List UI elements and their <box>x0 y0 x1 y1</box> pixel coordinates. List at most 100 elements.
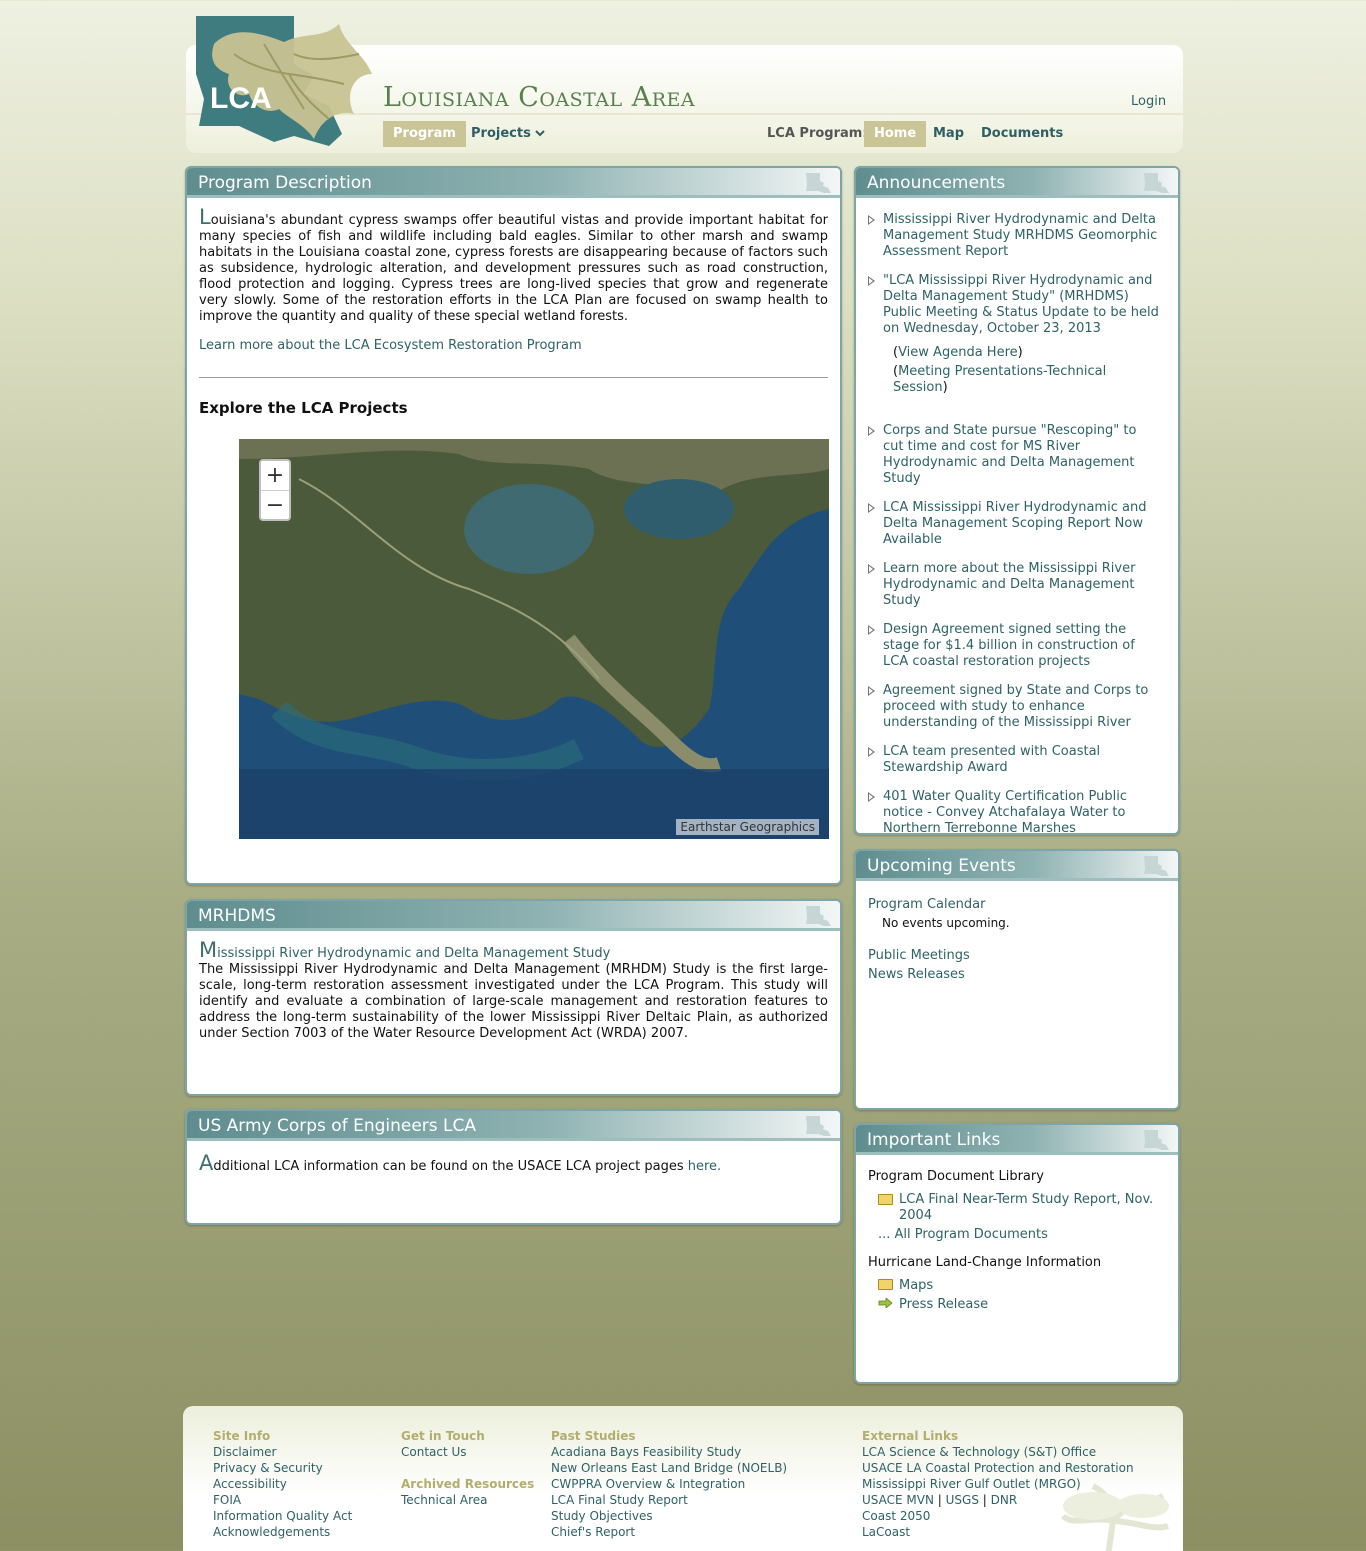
nav-projects[interactable]: Projects <box>461 121 555 147</box>
maps-link[interactable]: Maps <box>868 1278 1166 1294</box>
panel-header: Upcoming Events <box>856 851 1178 881</box>
footer-link[interactable]: Chief's Report <box>551 1524 787 1540</box>
triangle-right-icon <box>868 503 875 513</box>
footer-link[interactable]: Disclaimer <box>213 1444 352 1460</box>
announcement-item[interactable]: Design Agreement signed setting the stag… <box>868 622 1160 670</box>
panel-title: US Army Corps of Engineers LCA <box>198 1116 477 1136</box>
library-heading: Program Document Library <box>868 1169 1044 1184</box>
meeting-presentations-link[interactable]: Meeting Presentations-Technical Session <box>893 364 1106 395</box>
panel-title: Important Links <box>867 1130 1001 1150</box>
nav-program[interactable]: Program <box>383 121 466 147</box>
triangle-right-icon <box>868 215 875 225</box>
louisiana-icon <box>806 1116 831 1136</box>
panel-header: US Army Corps of Engineers LCA <box>187 1111 840 1141</box>
lca-logo[interactable]: LCA <box>194 14 374 152</box>
report-link[interactable]: LCA Final Near-Term Study Report, Nov. 2… <box>868 1192 1166 1224</box>
usace-here-link[interactable]: here. <box>688 1159 721 1174</box>
announcement-item[interactable]: "LCA Mississippi River Hydrodynamic and … <box>868 273 1160 337</box>
announcement-item[interactable]: 401 Water Quality Certification Public n… <box>868 789 1160 837</box>
dnr-link[interactable]: DNR <box>991 1493 1018 1507</box>
mrhdms-text: The Mississippi River Hydrodynamic and D… <box>199 962 828 1041</box>
usgs-link[interactable]: USGS <box>946 1493 979 1507</box>
footer-link[interactable]: Acknowledgements <box>213 1524 352 1540</box>
usace-text: Additional LCA information can be found … <box>199 1151 722 1175</box>
announcement-item[interactable]: LCA Mississippi River Hydrodynamic and D… <box>868 500 1160 548</box>
triangle-right-icon <box>868 426 875 436</box>
dropcap: L <box>199 205 211 229</box>
announcement-item[interactable]: LCA team presented with Coastal Stewards… <box>868 744 1160 776</box>
footer-link[interactable]: Study Objectives <box>551 1508 787 1524</box>
footer-link[interactable]: LCA Science & Technology (S&T) Office <box>862 1444 1134 1460</box>
zoom-out-button[interactable]: − <box>261 491 289 520</box>
explore-heading: Explore the LCA Projects <box>199 399 408 417</box>
footer-link[interactable]: FOIA <box>213 1492 352 1508</box>
nav-documents[interactable]: Documents <box>971 121 1073 147</box>
no-events-text: No events upcoming. <box>882 916 1010 930</box>
triangle-right-icon <box>868 792 875 802</box>
footer-agency-links: USACE MVN | USGS | DNR <box>862 1493 1018 1507</box>
chevron-down-icon <box>535 130 546 137</box>
all-documents-link[interactable]: ... All Program Documents <box>878 1227 1048 1242</box>
zoom-in-button[interactable]: + <box>261 461 289 491</box>
triangle-right-icon <box>868 686 875 696</box>
learn-more-link[interactable]: Learn more about the LCA Ecosystem Resto… <box>199 338 582 353</box>
logo-text: LCA <box>210 82 272 115</box>
footer-external-links: External Links LCA Science & Technology … <box>862 1428 1134 1540</box>
footer-link[interactable]: Acadiana Bays Feasibility Study <box>551 1444 787 1460</box>
panel-title: Announcements <box>867 173 1006 193</box>
footer-heading: Past Studies <box>551 1429 636 1443</box>
footer-get-in-touch: Get in Touch Contact Us Archived Resourc… <box>401 1428 534 1508</box>
map-image <box>239 439 829 839</box>
footer-link[interactable]: Technical Area <box>401 1492 534 1508</box>
program-description-panel: Program Description Louisiana's abundant… <box>185 166 842 885</box>
triangle-right-icon <box>868 564 875 574</box>
louisiana-icon <box>1144 173 1169 193</box>
usace-mvn-link[interactable]: USACE MVN <box>862 1493 934 1507</box>
nav-home[interactable]: Home <box>864 121 927 147</box>
login-link[interactable]: Login <box>1131 94 1166 109</box>
footer-past-studies: Past Studies Acadiana Bays Feasibility S… <box>551 1428 787 1540</box>
footer-heading: Archived Resources <box>401 1477 535 1491</box>
triangle-right-icon <box>868 276 875 286</box>
nav-lca-program-label: LCA Program: <box>767 126 868 141</box>
louisiana-icon <box>1144 1130 1169 1150</box>
nav-map[interactable]: Map <box>923 121 974 147</box>
mrhdms-link[interactable]: Mississippi River Hydrodynamic and Delta… <box>199 940 828 962</box>
site-title[interactable]: Louisiana Coastal Area <box>383 82 695 113</box>
dropcap: M <box>199 938 218 962</box>
usace-panel: US Army Corps of Engineers LCA Additiona… <box>185 1109 842 1225</box>
footer-link[interactable]: Information Quality Act <box>213 1508 352 1524</box>
view-agenda-link[interactable]: View Agenda Here <box>898 345 1018 360</box>
panel-title: Program Description <box>198 173 372 193</box>
footer-link[interactable]: LCA Final Study Report <box>551 1492 787 1508</box>
footer-link[interactable]: Accessibility <box>213 1476 352 1492</box>
footer-link[interactable]: New Orleans East Land Bridge (NOELB) <box>551 1460 787 1476</box>
program-text: Louisiana's abundant cypress swamps offe… <box>199 205 828 325</box>
news-releases-link[interactable]: News Releases <box>868 967 965 982</box>
press-release-link[interactable]: Press Release <box>868 1297 1166 1313</box>
public-meetings-link[interactable]: Public Meetings <box>868 948 970 963</box>
announcement-item[interactable]: Learn more about the Mississippi River H… <box>868 561 1160 609</box>
announcement-item[interactable]: Corps and State pursue "Rescoping" to cu… <box>868 423 1160 487</box>
panel-header: MRHDMS <box>187 901 840 931</box>
announcement-item[interactable]: Agreement signed by State and Corps to p… <box>868 683 1160 731</box>
dropcap: A <box>199 1151 214 1175</box>
panel-header: Announcements <box>856 168 1178 198</box>
folder-icon <box>878 1279 893 1290</box>
announcements-panel: Announcements Mississippi River Hydrodyn… <box>854 166 1180 837</box>
footer-heading: Get in Touch <box>401 1429 485 1443</box>
louisiana-icon <box>806 906 831 926</box>
hurricane-heading: Hurricane Land-Change Information <box>868 1255 1102 1270</box>
triangle-right-icon <box>868 625 875 635</box>
footer-link[interactable]: USACE LA Coastal Protection and Restorat… <box>862 1460 1134 1476</box>
footer-link[interactable]: Mississippi River Gulf Outlet (MRGO) <box>862 1476 1134 1492</box>
satellite-map[interactable]: + − Earthstar Geographics <box>239 439 829 839</box>
panel-title: MRHDMS <box>198 906 276 926</box>
footer-link[interactable]: LaCoast <box>862 1524 1134 1540</box>
footer-link[interactable]: CWPPRA Overview & Integration <box>551 1476 787 1492</box>
footer-link[interactable]: Privacy & Security <box>213 1460 352 1476</box>
announcement-item[interactable]: Mississippi River Hydrodynamic and Delta… <box>868 212 1160 260</box>
footer-link[interactable]: Coast 2050 <box>862 1508 1134 1524</box>
program-calendar-link[interactable]: Program Calendar <box>868 897 985 912</box>
footer-link[interactable]: Contact Us <box>401 1444 534 1460</box>
